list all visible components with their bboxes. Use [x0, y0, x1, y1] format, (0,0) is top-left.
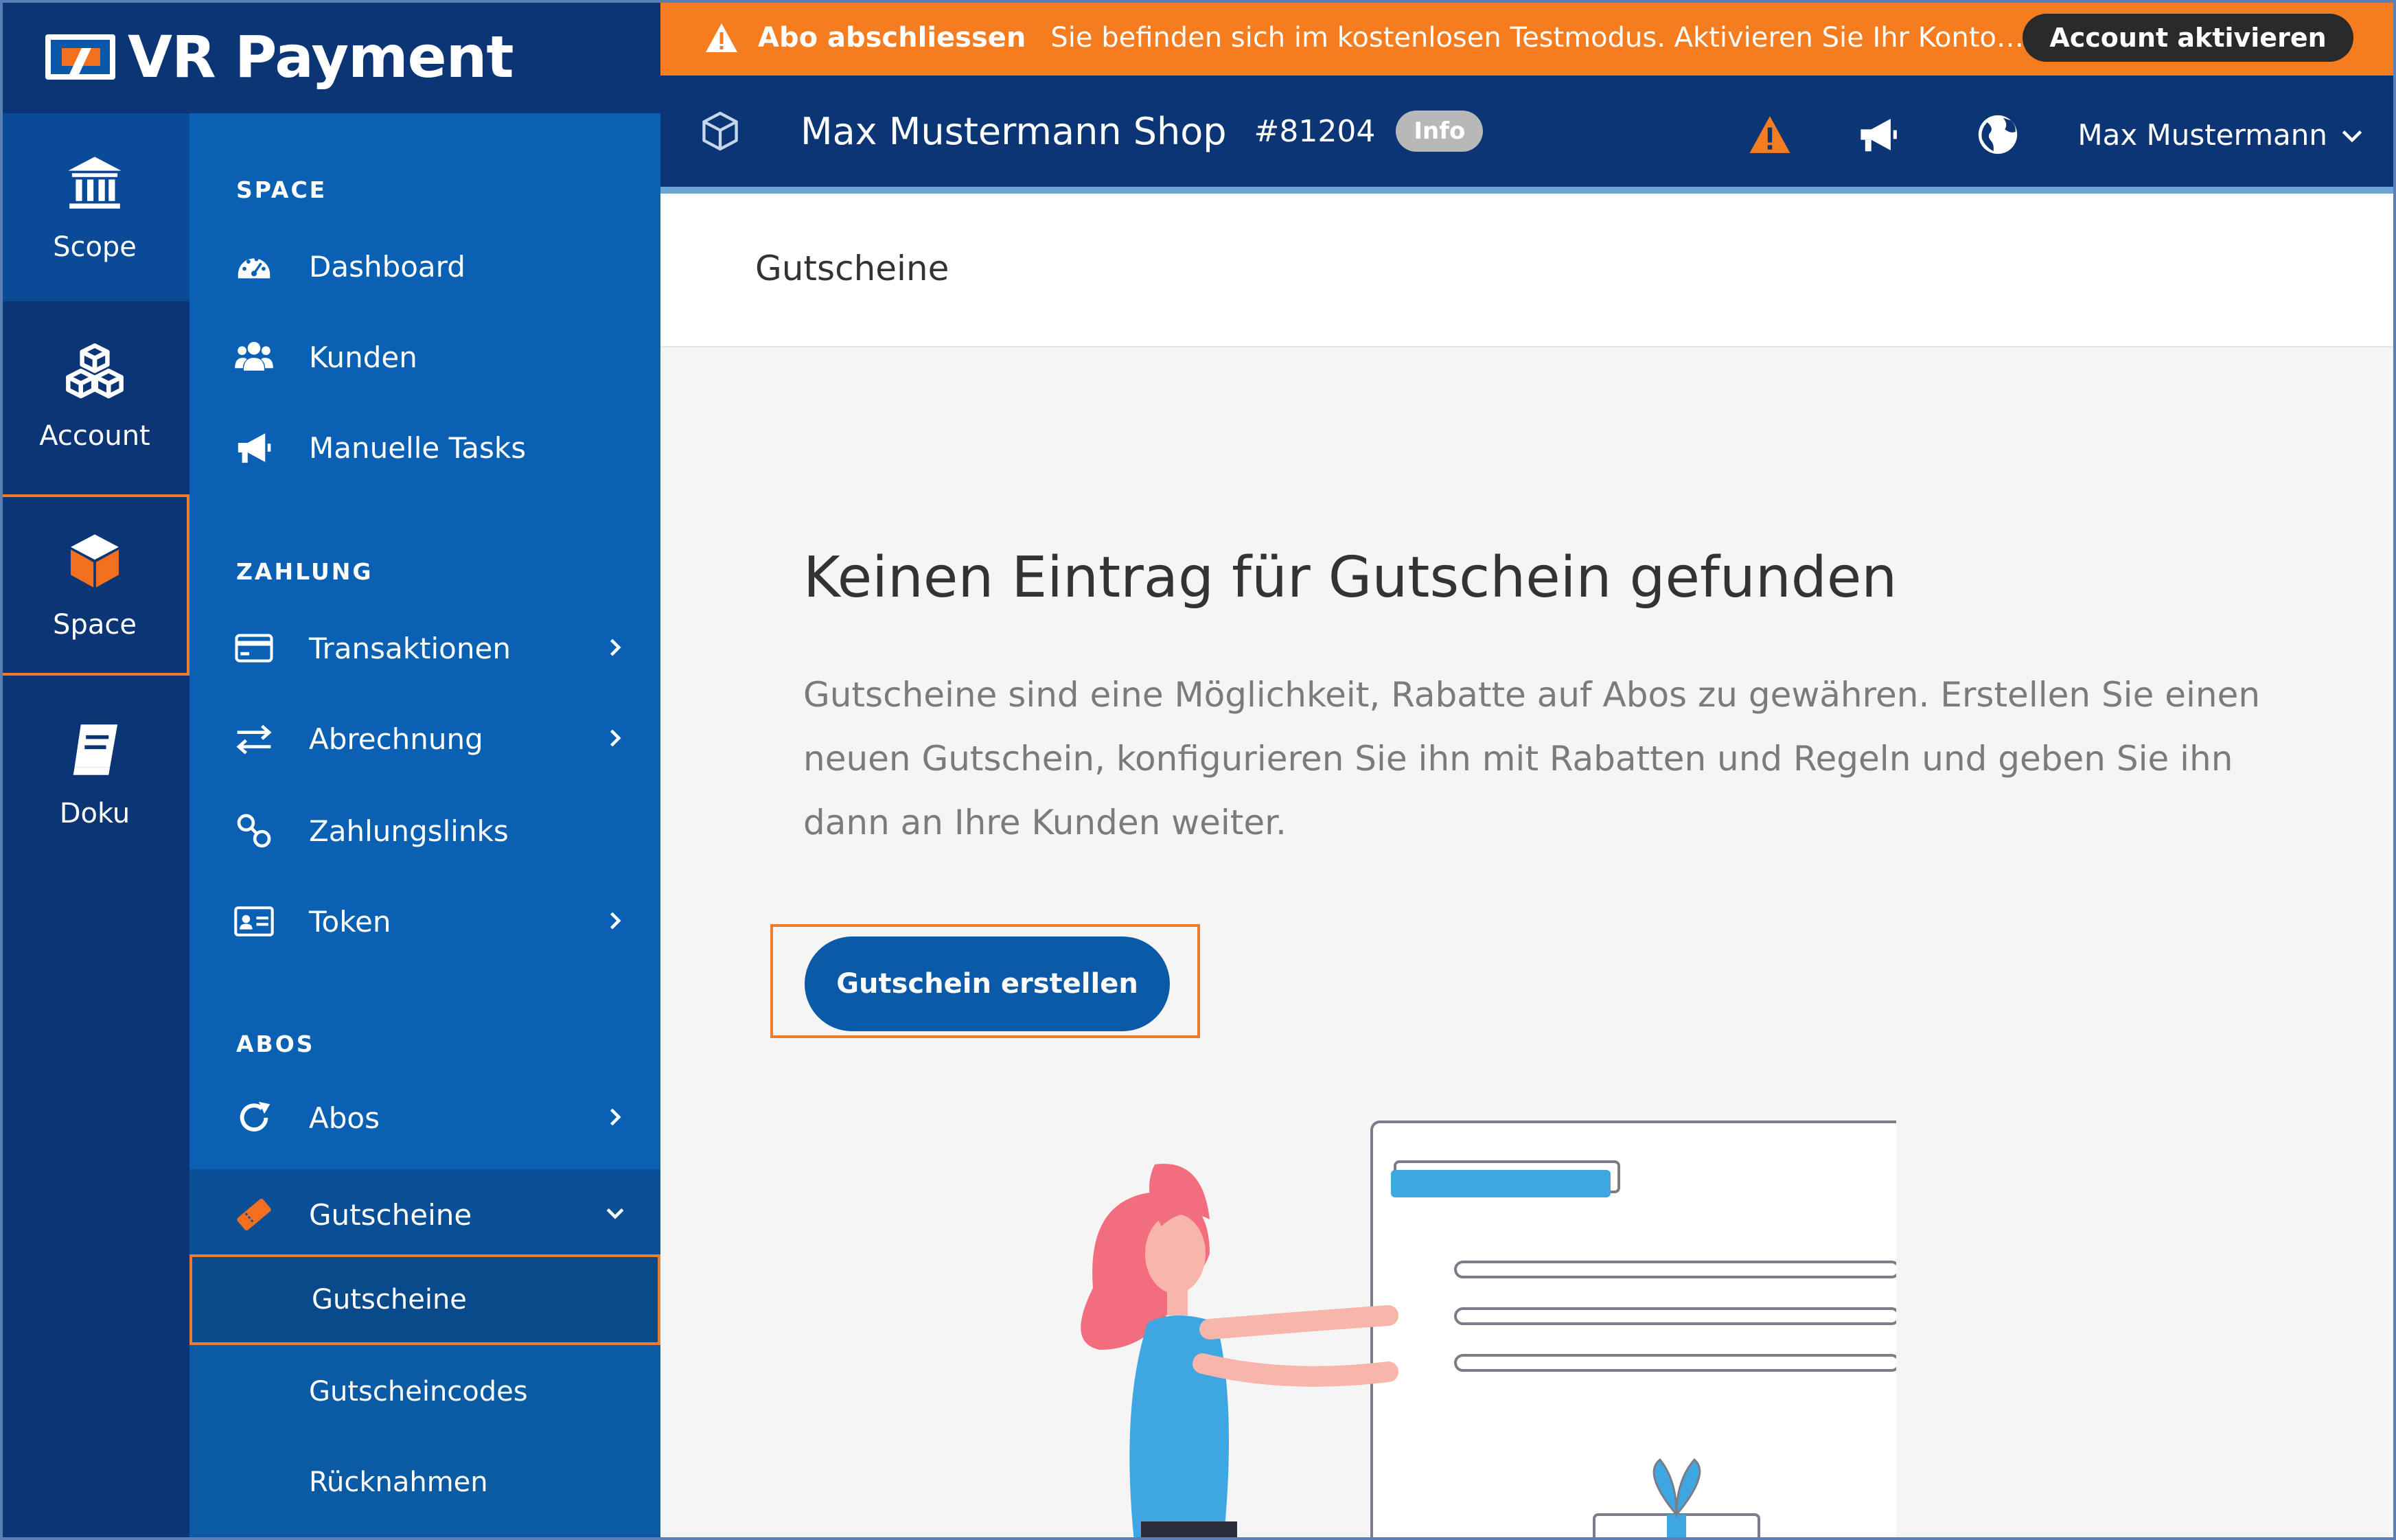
nav-label: Zahlungslinks	[309, 814, 509, 848]
bank-icon	[68, 157, 122, 209]
shop-name[interactable]: Max Mustermann Shop	[800, 110, 1227, 153]
empty-state-description: Gutscheine sind eine Möglichkeit, Rabatt…	[803, 675, 2261, 842]
section-title-zahlung: ZAHLUNG	[236, 558, 373, 585]
nav-label: Token	[309, 904, 391, 939]
nav-item-zahlungslinks[interactable]: Zahlungslinks	[189, 790, 660, 871]
cubes-icon	[66, 343, 124, 399]
chevron-right-icon	[610, 729, 621, 747]
chevron-right-icon	[610, 639, 621, 656]
nav-label: Kunden	[309, 340, 417, 374]
cube-icon	[71, 534, 119, 588]
chevron-down-icon	[2342, 130, 2362, 142]
refresh-icon	[233, 1097, 275, 1138]
nav-item-dashboard[interactable]: Dashboard	[189, 226, 660, 307]
empty-state-illustration	[1081, 1120, 1896, 1540]
ticket-icon	[233, 1194, 275, 1235]
space-header: Max Mustermann Shop #81204 Info Max Must…	[660, 76, 2396, 194]
space-cube-icon[interactable]	[699, 110, 741, 152]
side-navigation: SPACE Dashboard Kunden Manuelle Tasks ZA…	[189, 113, 660, 1540]
rail-label: Account	[39, 420, 150, 452]
section-title-space: SPACE	[236, 176, 327, 203]
nav-item-abos[interactable]: Abos	[189, 1077, 660, 1158]
exchange-icon	[233, 718, 275, 759]
nav-label: Transaktionen	[309, 631, 511, 665]
dashboard-icon	[233, 246, 275, 287]
create-button-highlight: Gutschein erstellen	[770, 924, 1200, 1038]
id-card-icon	[233, 901, 275, 942]
users-icon	[233, 336, 275, 378]
nav-label: Gutscheine	[309, 1197, 472, 1232]
warning-icon	[706, 23, 737, 52]
brand-name: VR Payment	[128, 23, 514, 91]
rail-label: Space	[53, 609, 137, 641]
trial-banner: Abo abschliessen Sie befinden sich im ko…	[660, 0, 2396, 76]
megaphone-icon	[233, 427, 275, 468]
subnav-item-gutscheincodes[interactable]: Gutscheincodes	[189, 1346, 660, 1437]
nav-item-token[interactable]: Token	[189, 881, 660, 962]
user-menu[interactable]: Max Mustermann	[2077, 118, 2364, 152]
create-voucher-button[interactable]: Gutschein erstellen	[805, 936, 1170, 1031]
nav-item-abrechnung[interactable]: Abrechnung	[189, 698, 660, 779]
warning-icon[interactable]	[1748, 113, 1792, 157]
nav-item-manuelle-tasks[interactable]: Manuelle Tasks	[189, 407, 660, 488]
brand-logo[interactable]: VR Payment	[0, 0, 660, 113]
main-content: Keinen Eintrag für Gutschein gefunden Gu…	[660, 347, 2396, 1540]
user-name: Max Mustermann	[2077, 118, 2327, 152]
page-title: Gutscheine	[755, 249, 949, 288]
nav-label: Dashboard	[309, 249, 465, 284]
megaphone-icon[interactable]	[1856, 113, 1900, 157]
subnav-item-ruecknahmen[interactable]: Rücknahmen	[189, 1437, 660, 1540]
vr-logo-icon	[45, 34, 115, 80]
rail-item-scope[interactable]: Scope	[0, 113, 189, 301]
chevron-down-icon	[606, 1208, 624, 1219]
rail-label: Doku	[59, 798, 130, 829]
credit-card-icon	[233, 628, 275, 669]
subnav-item-gutscheine[interactable]: Gutscheine	[189, 1254, 660, 1345]
banner-title: Abo abschliessen	[758, 22, 1026, 54]
book-icon	[73, 724, 118, 775]
nav-item-gutscheine[interactable]: Gutscheine	[189, 1169, 660, 1260]
nav-label: Abrechnung	[309, 722, 483, 756]
nav-item-kunden[interactable]: Kunden	[189, 317, 660, 398]
banner-message: Sie befinden sich im kostenlosen Testmod…	[1050, 22, 2033, 54]
info-badge[interactable]: Info	[1396, 111, 1484, 152]
link-icon	[233, 810, 275, 851]
rail-item-account[interactable]: Account	[0, 302, 189, 490]
subnav-label: Gutscheine	[312, 1284, 467, 1315]
rail-label: Scope	[53, 231, 137, 263]
nav-label: Abos	[309, 1101, 380, 1135]
globe-icon[interactable]	[1976, 113, 2020, 157]
page-titlebar: Gutscheine	[660, 200, 2396, 347]
chevron-right-icon	[610, 1108, 621, 1126]
chevron-right-icon	[610, 912, 621, 930]
rail-item-doku[interactable]: Doku	[0, 680, 189, 868]
empty-state-title: Keinen Eintrag für Gutschein gefunden	[803, 545, 1898, 610]
nav-label: Manuelle Tasks	[309, 430, 527, 465]
subnav-label: Rücknahmen	[309, 1467, 488, 1498]
section-title-abos: ABOS	[236, 1031, 315, 1057]
subnav-label: Gutscheincodes	[309, 1376, 528, 1407]
nav-item-transaktionen[interactable]: Transaktionen	[189, 608, 660, 689]
rail-item-space[interactable]: Space	[0, 494, 189, 676]
space-number: #81204	[1254, 113, 1376, 149]
activate-account-button[interactable]: Account aktivieren	[2023, 14, 2353, 62]
